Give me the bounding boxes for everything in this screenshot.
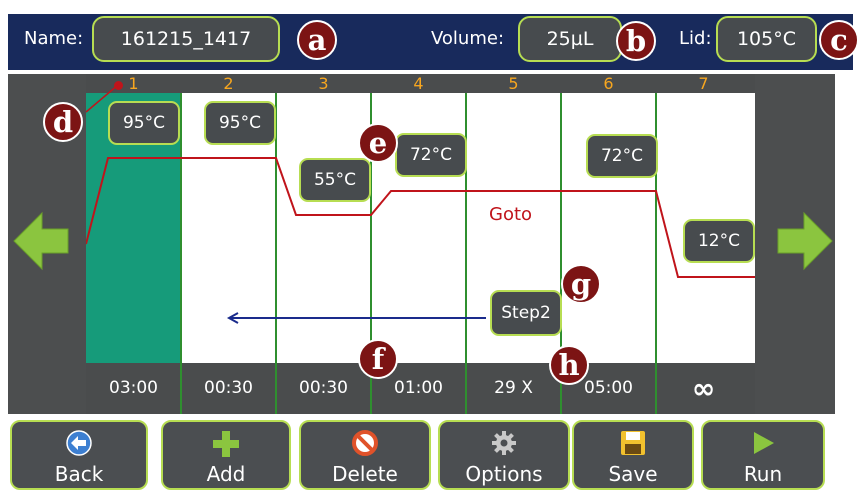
- plus-icon: [212, 430, 240, 462]
- add-button[interactable]: Add: [161, 420, 291, 490]
- goto-target-step[interactable]: Step2: [490, 290, 562, 336]
- goto-label: Goto: [489, 204, 533, 225]
- gear-icon: [491, 430, 517, 460]
- annotation-marker-d: d: [43, 102, 83, 142]
- scroll-right-arrow-icon[interactable]: [776, 210, 834, 276]
- marker-d-pointer: [86, 84, 119, 113]
- save-label: Save: [608, 462, 658, 486]
- floppy-disk-icon: [620, 430, 646, 460]
- cycle-count[interactable]: 29 X: [466, 363, 561, 414]
- volume-field[interactable]: 25µL: [518, 16, 622, 62]
- step-time[interactable]: 00:30: [181, 363, 276, 414]
- scroll-left-arrow-icon[interactable]: [12, 210, 70, 276]
- annotation-marker-b: b: [616, 21, 656, 61]
- options-label: Options: [465, 462, 543, 486]
- step-temperature[interactable]: 55°C: [299, 158, 371, 202]
- no-entry-icon: [352, 430, 378, 460]
- volume-label: Volume:: [431, 28, 505, 49]
- lid-label: Lid:: [679, 28, 712, 49]
- add-label: Add: [206, 462, 246, 486]
- run-button[interactable]: Run: [701, 420, 825, 490]
- annotation-marker-a: a: [297, 20, 337, 60]
- name-field[interactable]: 161215_1417: [92, 16, 280, 62]
- play-icon: [750, 430, 776, 460]
- options-button[interactable]: Options: [438, 420, 570, 490]
- top-bar: Name: 161215_1417 Volume: 25µL Lid: 105°…: [8, 14, 853, 70]
- step-temperature[interactable]: 12°C: [683, 219, 755, 263]
- step-time[interactable]: 03:00: [86, 363, 181, 414]
- annotation-marker-c: c: [819, 20, 859, 60]
- back-label: Back: [54, 462, 104, 486]
- pcr-profile-graph: 1 2 3 4 5 6 7 95°C 95°C 55°C 72°C 72°C 1…: [86, 74, 755, 414]
- annotation-marker-f: f: [358, 339, 398, 379]
- step-temperature[interactable]: 72°C: [586, 134, 658, 178]
- save-button[interactable]: Save: [572, 420, 694, 490]
- delete-button[interactable]: Delete: [299, 420, 431, 490]
- name-label: Name:: [24, 28, 84, 49]
- back-arrow-icon: [66, 430, 92, 460]
- step-temperature[interactable]: 72°C: [395, 133, 467, 177]
- annotation-marker-g: g: [561, 264, 601, 304]
- infinite-hold-time[interactable]: ∞: [656, 363, 751, 414]
- step-temperature[interactable]: 95°C: [204, 101, 276, 145]
- delete-label: Delete: [332, 462, 398, 486]
- step-time[interactable]: 00:30: [276, 363, 371, 414]
- back-button[interactable]: Back: [10, 420, 148, 490]
- annotation-marker-h: h: [549, 345, 589, 385]
- annotation-marker-e: e: [358, 123, 398, 163]
- run-label: Run: [743, 462, 783, 486]
- lid-temperature-field[interactable]: 105°C: [716, 16, 817, 62]
